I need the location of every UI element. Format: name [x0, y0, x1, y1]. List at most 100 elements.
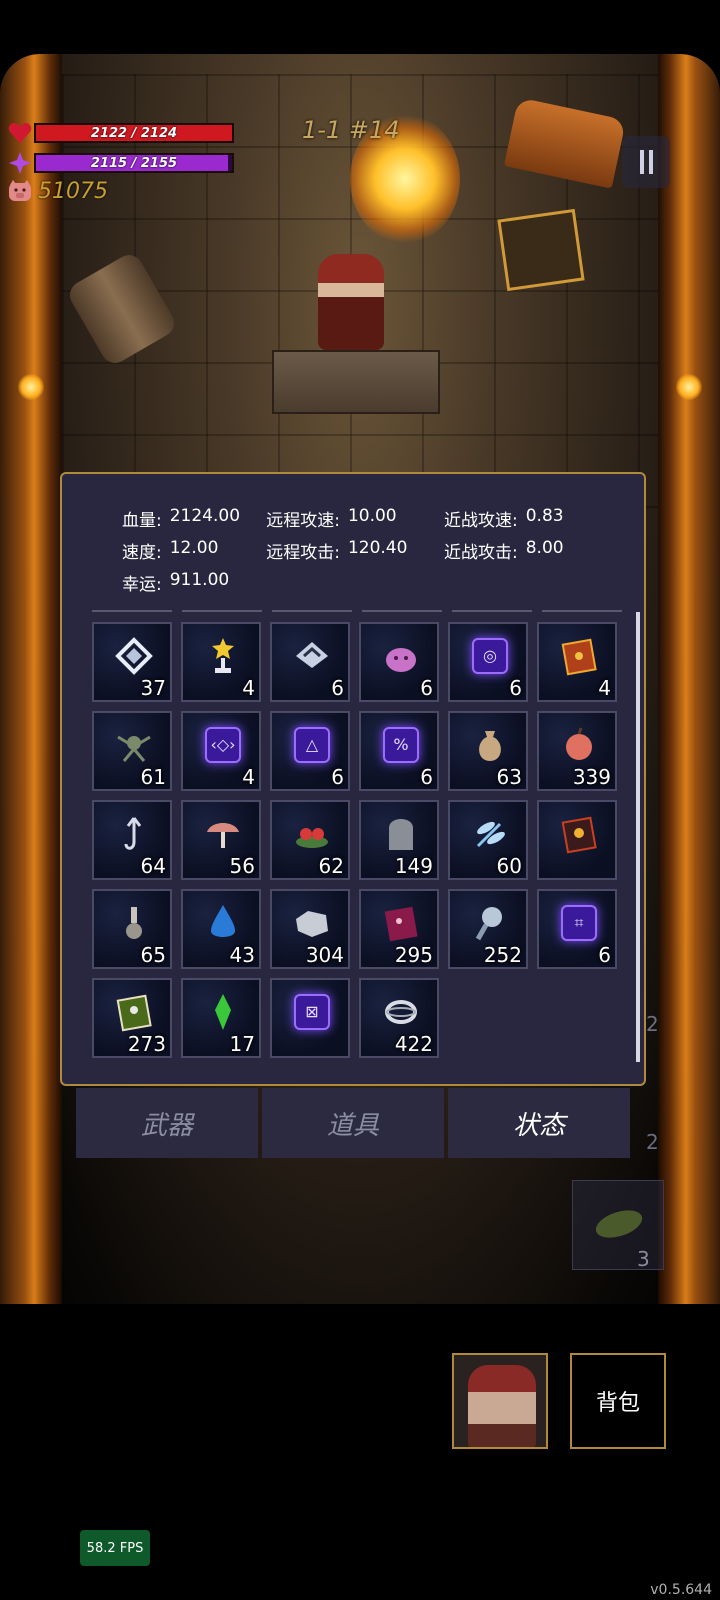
stat-label: 近战攻速:	[443, 510, 518, 531]
coin-row: 51075	[6, 178, 108, 204]
inventory-scrollbar[interactable]	[636, 612, 640, 1062]
inventory-slot[interactable]: 304	[270, 889, 350, 969]
inventory-slot[interactable]: △ 6	[270, 711, 350, 791]
rune-glyph: ⊠	[294, 994, 330, 1030]
item-count: 6	[598, 943, 611, 967]
stat-speed: 速度: 12.00	[122, 538, 266, 563]
inventory-slot[interactable]: 422	[359, 978, 439, 1058]
inventory-slot[interactable]	[537, 800, 617, 880]
item-count: 6	[509, 676, 522, 700]
inventory-slot[interactable]: 56	[181, 800, 261, 880]
hp-bar: 2122 / 2124	[34, 123, 234, 143]
grid-top-dividers	[92, 610, 622, 612]
water-drop-icon	[203, 903, 243, 943]
red-flower-icon	[292, 814, 332, 854]
inventory-slot[interactable]: ‹◇› 4	[181, 711, 261, 791]
rune-glyph: %	[383, 727, 419, 763]
inventory-slot[interactable]: 6	[359, 622, 439, 702]
inventory-slot[interactable]: 64	[92, 800, 172, 880]
tab-status[interactable]: 状态	[448, 1088, 630, 1158]
pouch-icon	[470, 725, 510, 765]
version-label: v0.5.644	[650, 1582, 712, 1598]
mp-row: 2115 / 2155	[6, 150, 234, 176]
stat-label: 血量:	[122, 510, 162, 531]
rune-glyph: ◎	[472, 638, 508, 674]
item-count: 6	[331, 765, 344, 789]
item-count: 6	[331, 676, 344, 700]
rune-glyph: ⌗	[561, 905, 597, 941]
inventory-slot[interactable]: 252	[448, 889, 528, 969]
stat-luck: 幸运: 911.00	[122, 570, 268, 595]
heart-icon	[6, 120, 34, 146]
triangle-rune-icon: △	[292, 725, 332, 765]
stats-row-2: 速度: 12.00 远程攻击: 120.40 近战攻击: 8.00	[122, 534, 602, 566]
avatar	[468, 1365, 536, 1447]
item-count: 4	[242, 765, 255, 789]
stat-label: 远程攻速:	[266, 510, 340, 531]
side-count-2: 2	[646, 1130, 659, 1154]
player-character	[318, 254, 384, 350]
rune-glyph: ‹◇›	[205, 727, 241, 763]
stat-value: 12.00	[169, 537, 219, 558]
fps-counter: 58.2 FPS	[80, 1530, 150, 1566]
character-portrait[interactable]	[452, 1353, 548, 1449]
inventory-slot[interactable]: 4	[537, 622, 617, 702]
item-count: 4	[242, 676, 255, 700]
item-count: 339	[572, 765, 611, 789]
stats-row-1: 血量: 2124.00 远程攻速: 10.00 近战攻速: 0.83	[122, 502, 602, 534]
tab-items[interactable]: 道具	[262, 1088, 444, 1158]
divider	[362, 610, 442, 612]
item-count: 252	[483, 943, 522, 967]
side-count-3: 3	[637, 1247, 650, 1271]
pause-icon	[639, 150, 644, 174]
mana-star-icon	[6, 150, 34, 176]
wooden-table[interactable]	[272, 350, 440, 414]
torch-right-icon	[676, 374, 702, 400]
hash-rune-icon: ⌗	[559, 903, 599, 943]
stat-value: 911.00	[169, 569, 230, 590]
inventory-slot[interactable]: 149	[359, 800, 439, 880]
inventory-slot[interactable]: ⊠	[270, 978, 350, 1058]
coin-count: 51075	[38, 178, 108, 204]
lava-wall-right	[658, 54, 720, 1304]
stat-value: 0.83	[525, 505, 564, 526]
pause-icon-bar	[648, 150, 653, 174]
inventory-slot[interactable]: 37	[92, 622, 172, 702]
inventory-slot[interactable]: 295	[359, 889, 439, 969]
item-count: 62	[318, 854, 344, 878]
inventory-slot[interactable]: 6	[270, 622, 350, 702]
item-count: 6	[420, 676, 433, 700]
tab-weapons[interactable]: 武器	[76, 1088, 258, 1158]
inventory-slot[interactable]: 61	[92, 711, 172, 791]
inventory-slot[interactable]: 63	[448, 711, 528, 791]
scrollbar-thumb[interactable]	[636, 612, 640, 1062]
inventory-slot[interactable]: 17	[181, 978, 261, 1058]
inventory-slot[interactable]: % 6	[359, 711, 439, 791]
item-count: 61	[140, 765, 166, 789]
pause-button[interactable]	[622, 136, 670, 188]
side-count-1: 2	[646, 1012, 659, 1036]
inventory-slot[interactable]: 65	[92, 889, 172, 969]
eye-rune-icon: ‹◇›	[203, 725, 243, 765]
inventory-slot[interactable]: ⌗ 6	[537, 889, 617, 969]
inventory-slot[interactable]: 43	[181, 889, 261, 969]
item-count: 17	[229, 1032, 255, 1056]
hp-row: 2122 / 2124	[6, 120, 234, 146]
inventory-slot[interactable]: 339	[537, 711, 617, 791]
inventory-slot[interactable]: ◎ 6	[448, 622, 528, 702]
inventory-slot[interactable]: 62	[270, 800, 350, 880]
skull-book-icon	[559, 814, 599, 854]
inventory-slot[interactable]: 273	[92, 978, 172, 1058]
side-item-slot[interactable]: 3	[572, 1180, 664, 1271]
inventory-slot[interactable]: 4	[181, 622, 261, 702]
stats-block: 血量: 2124.00 远程攻速: 10.00 近战攻速: 0.83 速度: 12.00…	[122, 502, 602, 598]
item-count: 273	[127, 1032, 166, 1056]
backpack-button[interactable]: 背包	[570, 1353, 666, 1449]
mp-bar: 2115 / 2155	[34, 153, 234, 173]
item-count: 422	[394, 1032, 433, 1056]
torch-left-icon	[18, 374, 44, 400]
x-rune-icon: ⊠	[292, 992, 332, 1032]
inventory-slot[interactable]: 60	[448, 800, 528, 880]
pig-coin-icon	[6, 178, 34, 204]
leaf-icon	[595, 1210, 643, 1238]
